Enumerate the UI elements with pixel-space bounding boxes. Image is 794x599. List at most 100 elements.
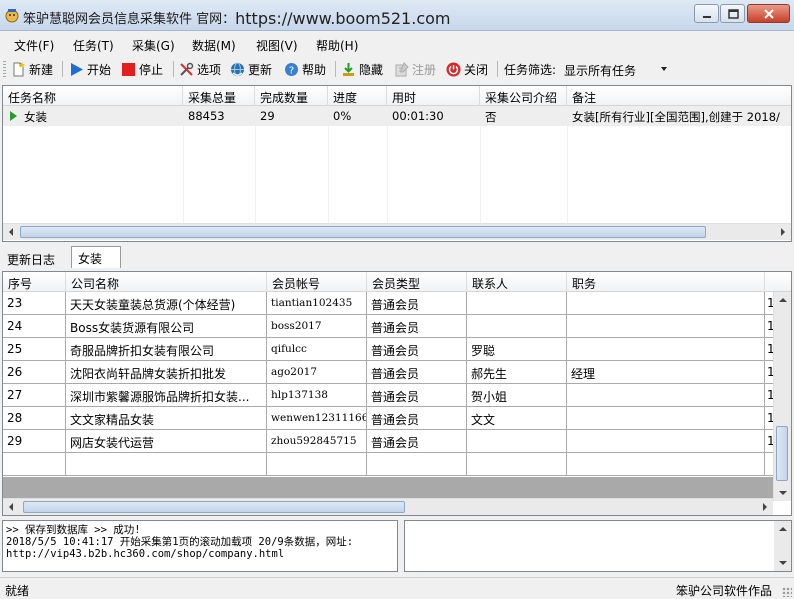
column-header-note[interactable]: 备注 xyxy=(567,86,791,106)
maximize-button[interactable] xyxy=(720,4,745,23)
maximize-icon xyxy=(728,9,739,19)
scrollbar-thumb[interactable] xyxy=(23,501,405,513)
log-line: 2018/5/5 10:41:17 开始采集第1页的滚动加载项 20/9条数据，… xyxy=(6,536,354,548)
company-grid-horizontal-scrollbar[interactable] xyxy=(3,498,773,515)
toolbar-separator xyxy=(173,61,174,77)
cell-position: 经理 xyxy=(567,361,765,383)
table-row[interactable]: 28 文文家精品女装 wenwen123111666 普通会员 文文 1 xyxy=(3,407,775,430)
grid-line xyxy=(183,126,184,223)
column-header-task-name[interactable]: 任务名称 xyxy=(3,86,183,106)
cell-account: ago2017 xyxy=(267,361,367,383)
status-credit: 笨驴公司软件作品 xyxy=(676,584,773,598)
window-title: 笨驴慧聪网会员信息采集软件 官网：https://www.boom521.com xyxy=(23,8,450,28)
resize-grip[interactable] xyxy=(782,587,792,597)
cell-contact: 文文 xyxy=(467,407,567,429)
grid-line xyxy=(255,126,256,223)
cell-account: hlp137138 xyxy=(267,384,367,406)
title-bar: 笨驴慧聪网会员信息采集软件 官网：https://www.boom521.com xyxy=(0,0,794,31)
column-header-company[interactable]: 公司名称 xyxy=(66,272,267,292)
task-list-horizontal-scrollbar[interactable] xyxy=(3,223,791,240)
table-row[interactable]: 26 沈阳衣尚轩品牌女装折扣批发 ago2017 普通会员 郝先生 经理 1 xyxy=(3,361,775,384)
column-header-member-type[interactable]: 会员类型 xyxy=(367,272,467,292)
scrollbar-thumb[interactable] xyxy=(776,426,788,481)
log-vertical-scrollbar[interactable] xyxy=(774,521,791,571)
update-button[interactable]: 更新 xyxy=(230,60,272,78)
tab-women-clothing[interactable]: 女装 xyxy=(71,246,121,268)
app-icon xyxy=(5,9,19,23)
column-header-no[interactable]: 序号 xyxy=(3,272,66,292)
close-window-button[interactable] xyxy=(747,4,790,23)
toolbar-grip[interactable] xyxy=(3,61,6,77)
filter-label: 任务筛选: xyxy=(504,60,556,78)
scroll-right-button[interactable] xyxy=(774,224,791,240)
table-row[interactable]: 25 奇服品牌折扣女装有限公司 qifulcc 普通会员 罗聪 1 xyxy=(3,338,775,361)
menu-view[interactable]: 视图(V) xyxy=(256,37,298,54)
table-row[interactable]: 23 天天女装童装总货源(个体经营) tiantian102435 普通会员 1 xyxy=(3,292,775,315)
options-button[interactable]: 选项 xyxy=(179,60,221,78)
column-header-progress[interactable]: 进度 xyxy=(328,86,387,106)
scroll-left-button[interactable] xyxy=(3,499,20,515)
register-icon xyxy=(395,61,409,76)
chevron-down-icon xyxy=(661,67,667,71)
help-button[interactable]: ? 帮助 xyxy=(284,60,326,78)
secondary-log-panel[interactable] xyxy=(404,520,792,572)
cell-account: boss2017 xyxy=(267,315,367,337)
stop-button[interactable]: 停止 xyxy=(121,60,163,78)
cell-contact: 罗聪 xyxy=(467,338,567,360)
grid-line xyxy=(328,126,329,223)
column-header-total[interactable]: 采集总量 xyxy=(183,86,255,106)
table-row[interactable]: 24 Boss女装货源有限公司 boss2017 普通会员 1 xyxy=(3,315,775,338)
task-filter-dropdown[interactable]: 显示所有任务 xyxy=(561,59,671,79)
power-icon xyxy=(446,62,461,76)
arrow-down-icon[interactable] xyxy=(779,491,787,495)
arrow-up-icon[interactable] xyxy=(779,527,787,531)
hide-button[interactable]: 隐藏 xyxy=(341,60,383,78)
menu-task[interactable]: 任务(T) xyxy=(73,37,114,54)
table-row[interactable]: 27 深圳市紫馨源服饰品牌折扣女装... hlp137138 普通会员 贺小姐 1 xyxy=(3,384,775,407)
update-label: 更新 xyxy=(248,62,273,77)
register-button[interactable]: 注册 xyxy=(394,60,436,78)
task-list: 任务名称 采集总量 完成数量 进度 用时 采集公司介绍 备注 女装 88453 … xyxy=(2,85,792,242)
task-intro: 否 xyxy=(485,110,497,124)
column-header-time[interactable]: 用时 xyxy=(387,86,480,106)
menu-collect[interactable]: 采集(G) xyxy=(132,37,175,54)
cell-account: qifulcc xyxy=(267,338,367,360)
scrollbar-thumb[interactable] xyxy=(20,226,706,238)
cell-account xyxy=(267,453,367,475)
help-icon: ? xyxy=(285,62,298,76)
column-header-position[interactable]: 职务 xyxy=(567,272,765,292)
column-header-done[interactable]: 完成数量 xyxy=(255,86,328,106)
cell-no: 23 xyxy=(3,292,66,314)
tab-strip: 更新日志 女装 xyxy=(0,244,794,270)
tab-update-log[interactable]: 更新日志 xyxy=(1,248,61,268)
cell-no xyxy=(3,453,66,475)
arrow-down-icon[interactable] xyxy=(779,561,787,565)
arrow-left-icon xyxy=(9,228,13,236)
task-row[interactable]: 女装 88453 29 0% 00:01:30 否 女装[所有行业][全国范围]… xyxy=(3,106,791,126)
toolbar-separator xyxy=(62,61,63,77)
scroll-left-button[interactable] xyxy=(3,224,20,240)
column-header-intro[interactable]: 采集公司介绍 xyxy=(480,86,567,106)
arrow-up-icon[interactable] xyxy=(779,298,787,302)
menu-file[interactable]: 文件(F) xyxy=(14,37,54,54)
new-button[interactable]: 新建 xyxy=(11,60,53,78)
toolbar-separator xyxy=(497,61,498,77)
menu-help[interactable]: 帮助(H) xyxy=(316,37,358,54)
minimize-button[interactable] xyxy=(694,4,719,23)
close-app-button[interactable]: 关闭 xyxy=(446,60,488,78)
table-row[interactable]: 29 网店女装代运营 zhou592845715 普通会员 1 xyxy=(3,430,775,453)
scroll-right-button[interactable] xyxy=(756,499,773,515)
company-grid: 序号 公司名称 会员帐号 会员类型 联系人 职务 23 天天女装童装总货源(个体经… xyxy=(2,271,792,516)
start-button[interactable]: 开始 xyxy=(69,60,111,78)
column-header-account[interactable]: 会员帐号 xyxy=(267,272,367,292)
cell-position xyxy=(567,315,765,337)
menu-data[interactable]: 数据(M) xyxy=(192,37,236,54)
cell-contact xyxy=(467,430,567,452)
filter-label-text: 任务筛选: xyxy=(504,62,557,77)
log-output[interactable]: >> 保存到数据库 >> 成功! 2018/5/5 10:41:17 开始采集第… xyxy=(2,520,398,572)
column-header-contact[interactable]: 联系人 xyxy=(467,272,567,292)
arrow-left-icon xyxy=(9,503,13,511)
company-grid-vertical-scrollbar[interactable] xyxy=(773,292,791,501)
empty-table-row[interactable] xyxy=(3,453,773,476)
cell-no: 29 xyxy=(3,430,66,452)
